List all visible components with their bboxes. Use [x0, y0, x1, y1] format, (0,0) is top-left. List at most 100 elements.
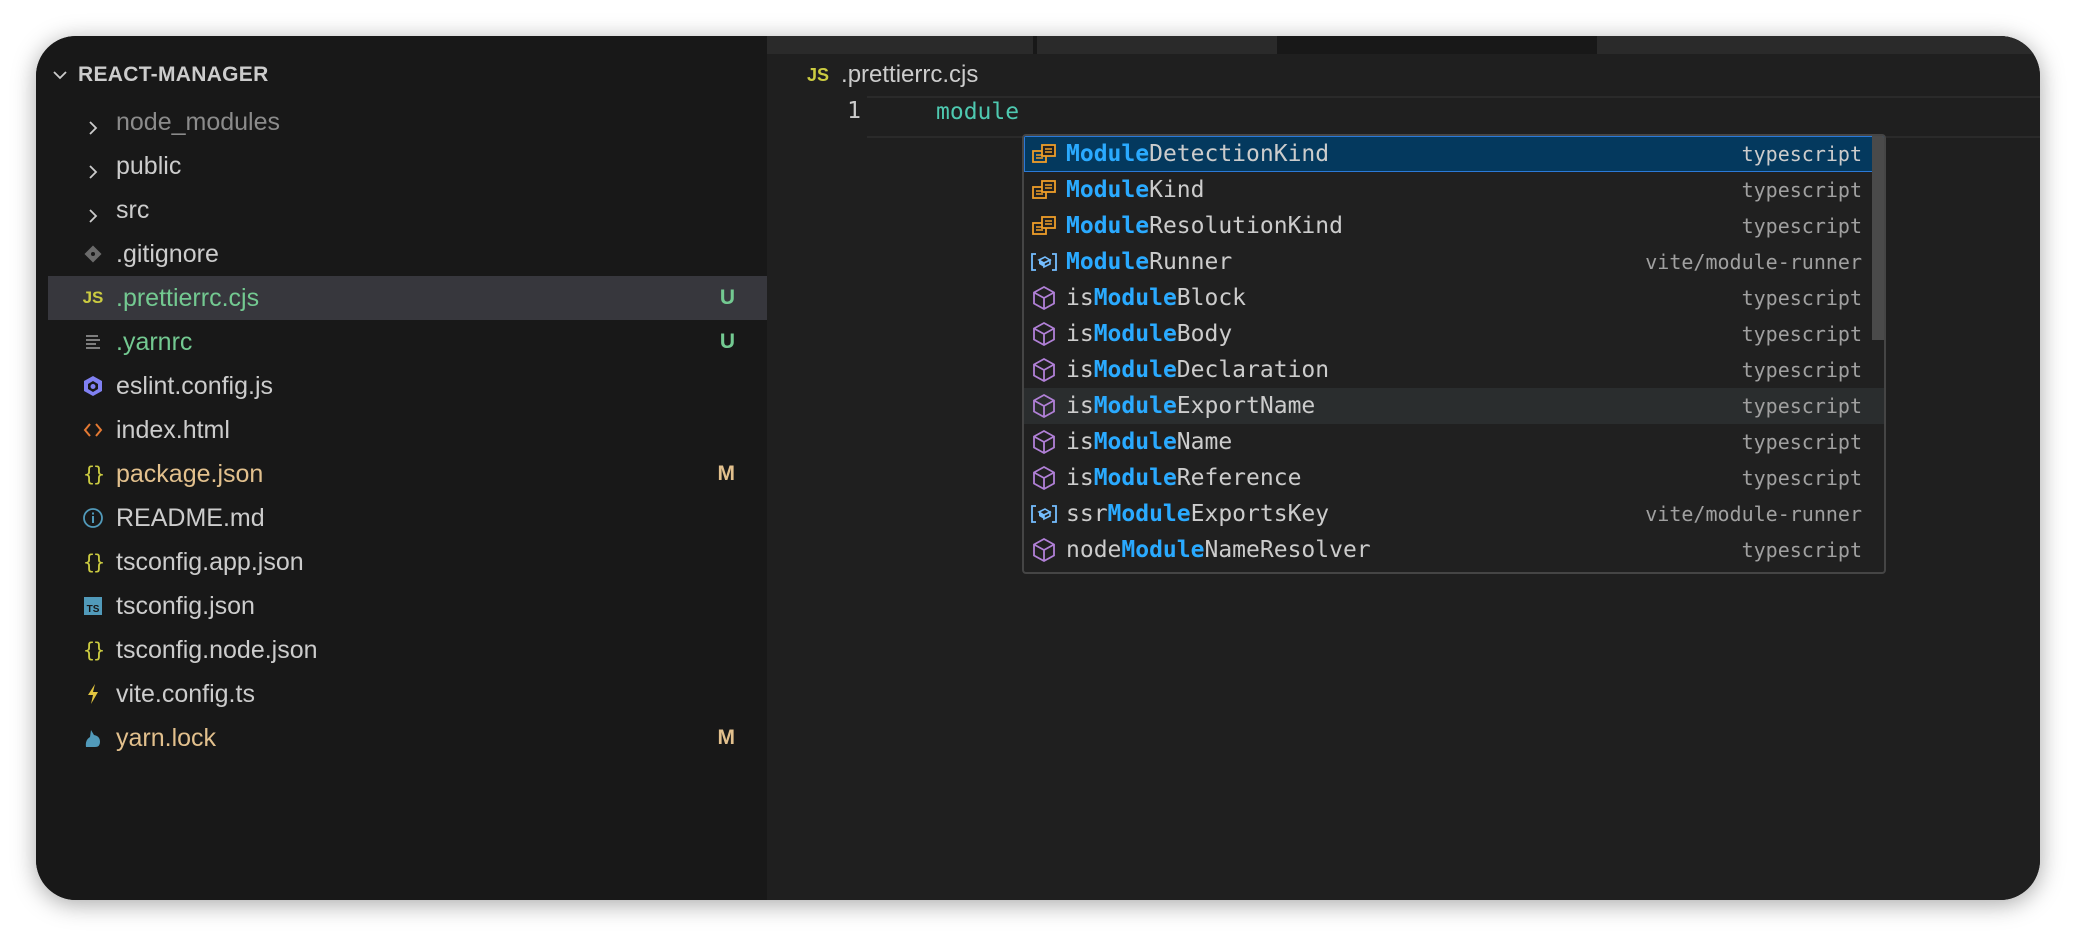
tree-item-label: yarn.lock: [116, 723, 217, 752]
method-cube-icon: [1030, 536, 1058, 564]
git-status-badge: M: [717, 726, 736, 749]
git-icon: [82, 242, 104, 266]
method-cube-icon: [1030, 320, 1058, 348]
suggest-item[interactable]: ModuleResolutionKind typescript: [1024, 208, 1884, 244]
suggest-item[interactable]: ModuleRunner vite/module-runner: [1024, 244, 1884, 280]
chevron-right-icon: [86, 114, 100, 135]
tree-item-public[interactable]: public: [48, 144, 767, 188]
tree-item-src[interactable]: src: [48, 188, 767, 232]
tree-item-label: package.json: [116, 459, 264, 488]
current-line-highlight: [867, 96, 2040, 138]
tree-item-node-modules[interactable]: node_modules: [48, 100, 767, 144]
breadcrumb[interactable]: JS .prettierrc.cjs: [807, 60, 978, 90]
json-braces-icon: {}: [82, 462, 105, 486]
suggest-item[interactable]: isModuleName typescript: [1024, 424, 1884, 460]
method-cube-icon: [1030, 356, 1058, 384]
suggest-item-label: ModuleKind: [1066, 177, 1205, 203]
suggest-item[interactable]: isModuleExportName typescript: [1024, 388, 1884, 424]
suggest-item-label: isModuleExportName: [1066, 393, 1316, 419]
explorer-root-header[interactable]: REACT-MANAGER: [52, 62, 269, 88]
tree-item-readme-md[interactable]: README.md: [48, 496, 767, 540]
tree-item-tsconfig-app-json[interactable]: {} tsconfig.app.json: [48, 540, 767, 584]
suggest-item-label: isModuleBody: [1066, 321, 1233, 347]
tree-item-package-json[interactable]: {} package.json M: [48, 452, 767, 496]
suggest-item-label: isModuleBlock: [1066, 285, 1247, 311]
tree-item-yarnrc[interactable]: .yarnrc U: [48, 320, 767, 364]
tree-item-label: vite.config.ts: [116, 679, 255, 708]
tree-item-vite-config-ts[interactable]: vite.config.ts: [48, 672, 767, 716]
suggest-item-label: isModuleDeclaration: [1066, 357, 1330, 383]
suggest-scrollbar[interactable]: [1872, 136, 1884, 340]
suggest-item[interactable]: ssrModuleExportsKey vite/module-runner: [1024, 496, 1884, 532]
tree-item-label: node_modules: [116, 107, 281, 136]
suggest-list: ModuleDetectionKind typescript ModuleKind t…: [1024, 136, 1884, 568]
editor-tab[interactable]: [1037, 36, 1277, 54]
tree-item-tsconfig-json[interactable]: TS tsconfig.json: [48, 584, 767, 628]
variable-icon: [1030, 500, 1058, 528]
vscode-window: REACT-MANAGER node_modulespublic src .giti…: [36, 36, 2040, 900]
code-line-text[interactable]: module: [936, 99, 1019, 125]
variable-icon: [1030, 248, 1058, 276]
editor-tab[interactable]: [1597, 36, 2037, 54]
tree-item-index-html[interactable]: index.html: [48, 408, 767, 452]
suggest-item[interactable]: isModuleBody typescript: [1024, 316, 1884, 352]
suggest-item-source: typescript: [1741, 538, 1862, 562]
lightning-icon: [82, 682, 104, 706]
suggest-item-label: isModuleReference: [1066, 465, 1302, 491]
enum-icon: [1030, 212, 1058, 240]
suggest-item[interactable]: isModuleReference typescript: [1024, 460, 1884, 496]
suggest-item[interactable]: ModuleDetectionKind typescript: [1024, 136, 1884, 172]
suggest-item[interactable]: isModuleDeclaration typescript: [1024, 352, 1884, 388]
javascript-icon: JS: [807, 64, 830, 85]
tree-item-label: public: [116, 151, 182, 180]
method-cube-icon: [1030, 464, 1058, 492]
git-status-badge: U: [719, 330, 735, 353]
svg-text:TS: TS: [87, 604, 100, 615]
chevron-right-icon: [86, 158, 100, 179]
suggest-item-source: vite/module-runner: [1645, 502, 1862, 526]
suggest-item-source: typescript: [1741, 358, 1862, 382]
suggest-item-source: typescript: [1741, 394, 1862, 418]
suggest-item-label: nodeModuleNameResolver: [1066, 537, 1371, 563]
tree-item-label: .prettierrc.cjs: [116, 283, 260, 312]
suggest-item-label: ModuleResolutionKind: [1066, 213, 1343, 239]
suggest-widget[interactable]: ModuleDetectionKind typescript ModuleKind t…: [1022, 134, 1886, 574]
eslint-icon: [82, 374, 104, 398]
file-tree: node_modulespublic src .gitignore JS .pretti…: [48, 100, 767, 760]
suggest-item-label: ssrModuleExportsKey: [1066, 501, 1330, 527]
suggest-item[interactable]: nodeModuleNameResolver typescript: [1024, 532, 1884, 568]
tree-item-prettierrc-cjs[interactable]: JS .prettierrc.cjs U: [48, 276, 767, 320]
suggest-item-source: typescript: [1741, 214, 1862, 238]
suggest-item[interactable]: isModuleBlock typescript: [1024, 280, 1884, 316]
tree-item-eslint-config-js[interactable]: eslint.config.js: [48, 364, 767, 408]
tree-item-label: README.md: [116, 503, 265, 532]
tree-item-label: src: [116, 195, 150, 224]
html-icon: [82, 418, 104, 442]
suggest-item[interactable]: ModuleKind typescript: [1024, 172, 1884, 208]
method-cube-icon: [1030, 392, 1058, 420]
tree-item-gitignore[interactable]: .gitignore: [48, 232, 767, 276]
chevron-down-icon: [53, 71, 67, 80]
line-number: 1: [847, 98, 861, 124]
tree-item-yarn-lock[interactable]: yarn.lock M: [48, 716, 767, 760]
breadcrumb-file[interactable]: .prettierrc.cjs: [841, 61, 978, 89]
tree-item-label: .gitignore: [116, 239, 219, 268]
suggest-item-source: typescript: [1741, 430, 1862, 454]
suggest-item-label: ModuleRunner: [1066, 249, 1233, 275]
enum-icon: [1030, 140, 1058, 168]
tree-item-label: eslint.config.js: [116, 371, 274, 400]
tree-item-label: tsconfig.node.json: [116, 635, 318, 664]
tree-item-label: tsconfig.json: [116, 591, 255, 620]
suggest-item-label: isModuleName: [1066, 429, 1233, 455]
editor-area: JS .prettierrc.cjs 1 module ModuleDetect…: [767, 36, 2040, 900]
suggest-item-source: typescript: [1741, 286, 1862, 310]
suggest-item-source: typescript: [1741, 178, 1862, 202]
javascript-icon: JS: [82, 288, 104, 307]
chevron-right-icon: [86, 202, 100, 223]
info-icon: [82, 506, 104, 530]
tree-item-label: .yarnrc: [116, 327, 193, 356]
typescript-icon: TS: [82, 594, 104, 618]
editor-tab[interactable]: [767, 36, 1033, 54]
tree-item-tsconfig-node-json[interactable]: {} tsconfig.node.json: [48, 628, 767, 672]
suggest-item-source: vite/module-runner: [1645, 250, 1862, 274]
